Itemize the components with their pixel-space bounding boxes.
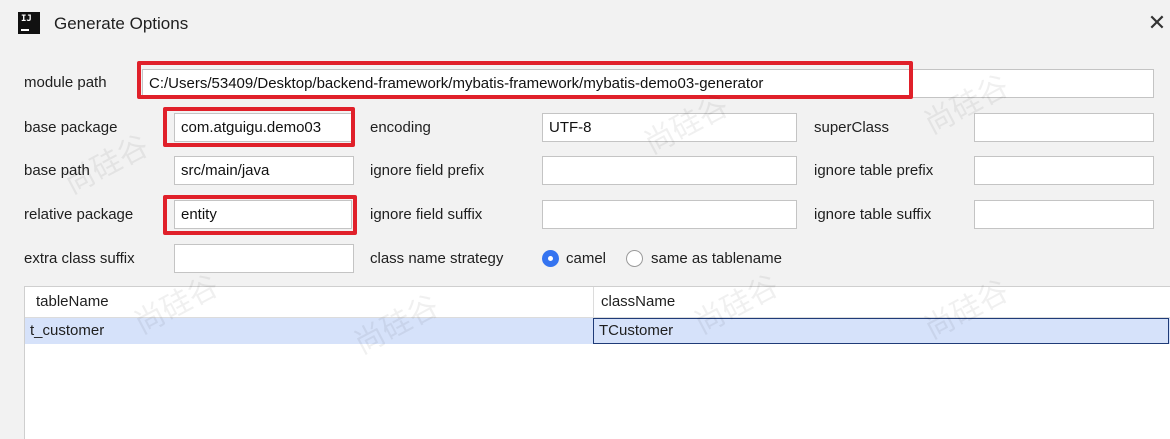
base-path-label: base path <box>24 162 90 179</box>
module-path-label: module path <box>24 74 107 91</box>
options-form: module path C:/Users/53409/Desktop/backe… <box>0 48 1170 286</box>
ignore-table-suffix-label: ignore table suffix <box>814 206 932 223</box>
base-package-input[interactable]: com.atguigu.demo03 <box>174 113 352 142</box>
extra-class-suffix-label: extra class suffix <box>24 250 135 267</box>
table-row[interactable]: t_customer TCustomer <box>25 318 1170 344</box>
table-header: tableName className <box>25 287 1170 318</box>
relative-package-label: relative package <box>24 206 134 223</box>
ignore-field-prefix-label: ignore field prefix <box>370 162 485 179</box>
ignore-field-suffix-label: ignore field suffix <box>370 206 483 223</box>
base-path-input[interactable]: src/main/java <box>174 156 354 185</box>
same-as-tablename-radio-label[interactable]: same as tablename <box>651 250 782 267</box>
same-as-tablename-radio[interactable] <box>626 250 643 267</box>
cell-tablename[interactable]: t_customer <box>30 322 104 339</box>
ignore-field-suffix-input[interactable] <box>542 200 797 229</box>
camel-radio[interactable] <box>542 250 559 267</box>
column-divider[interactable] <box>593 287 594 317</box>
ignore-table-prefix-input[interactable] <box>974 156 1154 185</box>
column-header-classname[interactable]: className <box>601 293 675 310</box>
relative-package-input[interactable]: entity <box>174 200 352 229</box>
class-name-strategy-label: class name strategy <box>370 250 504 267</box>
intellij-app-icon: IJ <box>18 12 40 34</box>
dialog-title: Generate Options <box>54 14 189 33</box>
encoding-label: encoding <box>370 119 431 136</box>
superclass-input[interactable] <box>974 113 1154 142</box>
extra-class-suffix-input[interactable] <box>174 244 354 273</box>
encoding-input[interactable]: UTF-8 <box>542 113 797 142</box>
module-path-input[interactable]: C:/Users/53409/Desktop/backend-framework… <box>142 69 1154 98</box>
cell-classname-editor[interactable]: TCustomer <box>593 318 1169 344</box>
ignore-field-prefix-input[interactable] <box>542 156 797 185</box>
title-bar: IJ Generate Options ✕ <box>0 0 1170 48</box>
table-mapping-grid[interactable]: tableName className t_customer TCustomer <box>24 286 1170 439</box>
superclass-label: superClass <box>814 119 890 136</box>
close-icon[interactable]: ✕ <box>1146 10 1168 36</box>
ignore-table-suffix-input[interactable] <box>974 200 1154 229</box>
base-package-label: base package <box>24 119 118 136</box>
column-header-tablename[interactable]: tableName <box>36 293 109 310</box>
camel-radio-label[interactable]: camel <box>566 250 606 267</box>
ignore-table-prefix-label: ignore table prefix <box>814 162 934 179</box>
